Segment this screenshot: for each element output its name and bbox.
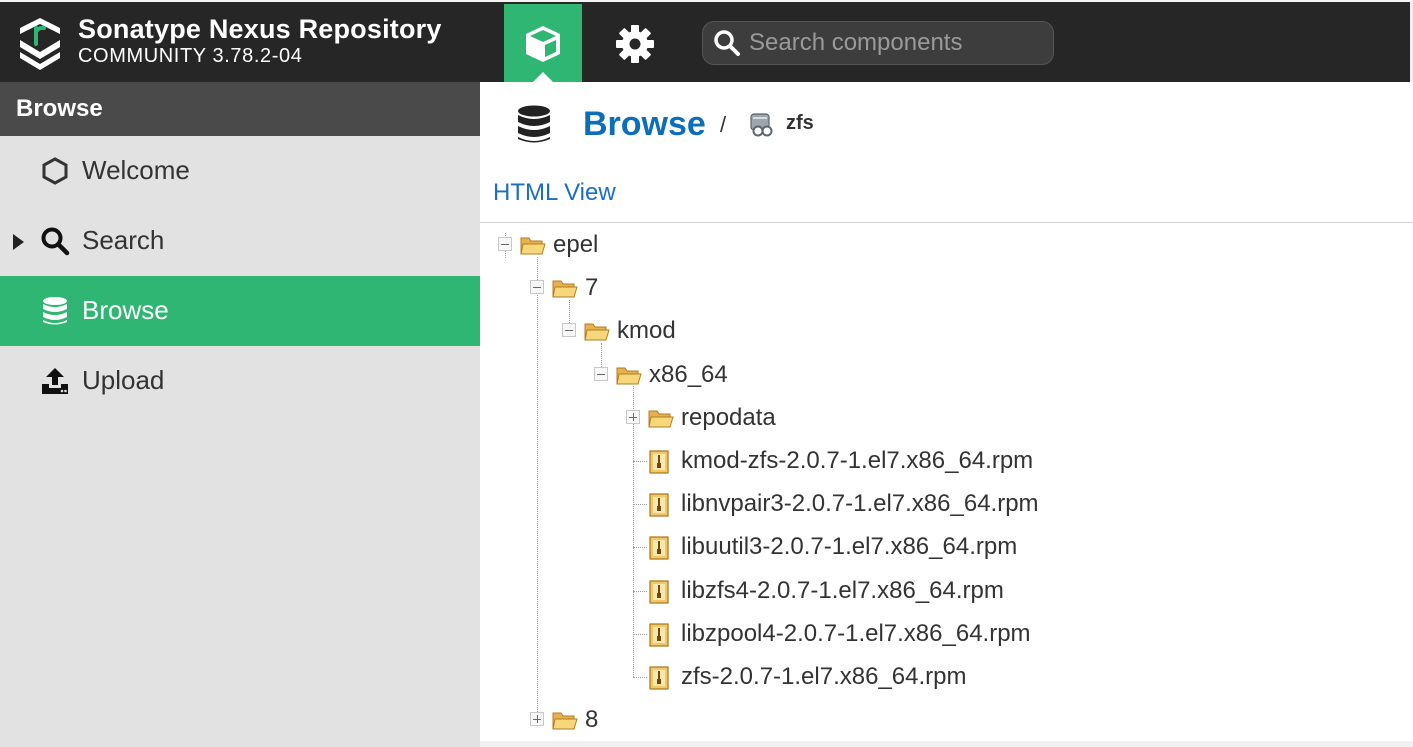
tree-folder-label[interactable]: kmod — [617, 316, 676, 346]
search-icon — [714, 30, 740, 56]
tree-file-label[interactable]: kmod-zfs-2.0.7-1.el7.x86_64.rpm — [681, 446, 1033, 476]
sidebar-title: Browse — [0, 82, 480, 136]
brand-text: Sonatype Nexus Repository COMMUNITY 3.78… — [78, 14, 442, 68]
tree-connector — [633, 504, 647, 506]
rpm-file-icon — [648, 579, 674, 604]
hexagon-icon — [40, 156, 70, 186]
sidebar-item-browse[interactable]: Browse — [0, 276, 480, 346]
sonatype-logo-icon — [20, 18, 60, 70]
breadcrumb-separator: / — [720, 112, 727, 137]
folder-icon — [584, 320, 610, 342]
rpm-file-icon — [648, 536, 674, 560]
repository-group-icon — [750, 113, 773, 137]
cube-icon — [526, 26, 560, 62]
search-components-input[interactable] — [749, 29, 1049, 57]
tree-folder-label[interactable]: repodata — [681, 403, 776, 433]
sidebar-item-label: Upload — [82, 365, 165, 395]
tree-file-label[interactable]: zfs-2.0.7-1.el7.x86_64.rpm — [681, 662, 966, 692]
sidebar: Browse Welcome Search Browse Upload — [0, 82, 480, 747]
horizontal-scrollbar[interactable] — [480, 741, 1413, 747]
upload-icon — [40, 366, 70, 396]
tree-folder-label[interactable]: 7 — [585, 273, 598, 303]
brand[interactable]: Sonatype Nexus Repository COMMUNITY 3.78… — [16, 14, 442, 70]
tree-connector — [633, 547, 647, 549]
collapse-toggle-icon[interactable] — [594, 366, 608, 381]
collapse-toggle-icon[interactable] — [562, 323, 576, 338]
rpm-file-icon — [648, 450, 674, 474]
folder-icon — [648, 407, 674, 429]
tree-connector — [633, 633, 647, 635]
search-icon — [40, 226, 70, 256]
breadcrumb-repository: zfs — [786, 112, 814, 134]
tree-connector — [633, 590, 647, 592]
sidebar-item-label: Browse — [82, 295, 169, 325]
html-view-link[interactable]: HTML View — [493, 178, 616, 208]
folder-icon — [616, 364, 642, 386]
rpm-file-icon — [648, 623, 674, 647]
repository-tree: epel 7 kmod x86_64 repodata kmod-zfs-2.0.7-1.… — [480, 223, 1413, 741]
main-panel: Browse / zfs HTML View epel 7 kmod x86_64re… — [480, 82, 1413, 747]
tree-folder-label[interactable]: 8 — [585, 705, 598, 735]
tree-file-label[interactable]: libzpool4-2.0.7-1.el7.x86_64.rpm — [681, 619, 1031, 649]
expand-toggle-icon[interactable] — [626, 409, 640, 424]
tree-connector — [633, 677, 647, 678]
folder-icon — [520, 234, 546, 256]
app-edition: COMMUNITY 3.78.2-04 — [78, 45, 303, 67]
tree-file-label[interactable]: libnvpair3-2.0.7-1.el7.x86_64.rpm — [681, 489, 1039, 519]
app-title: Sonatype Nexus Repository — [78, 14, 442, 44]
tree-connector — [633, 461, 647, 462]
database-icon — [40, 296, 70, 326]
database-icon — [518, 105, 550, 143]
top-bar: Sonatype Nexus Repository COMMUNITY 3.78… — [0, 0, 1413, 84]
rpm-file-icon — [648, 493, 674, 517]
tree-file-label[interactable]: libzfs4-2.0.7-1.el7.x86_64.rpm — [681, 576, 1004, 606]
gear-icon — [616, 25, 654, 63]
sidebar-item-label: Search — [82, 225, 165, 255]
folder-icon — [552, 277, 578, 299]
breadcrumb-browse-link[interactable]: Browse — [583, 102, 706, 146]
sidebar-item-label: Welcome — [82, 155, 190, 185]
sidebar-item-search[interactable]: Search — [0, 206, 480, 276]
search-components-box[interactable] — [702, 21, 1054, 65]
sidebar-item-welcome[interactable]: Welcome — [0, 136, 480, 206]
breadcrumb: Browse / zfs — [480, 82, 1413, 168]
collapse-toggle-icon[interactable] — [530, 280, 544, 295]
expand-toggle-icon[interactable] — [530, 712, 544, 727]
sidebar-item-upload[interactable]: Upload — [0, 346, 480, 416]
folder-icon — [552, 709, 578, 731]
expand-caret-icon[interactable] — [13, 234, 24, 250]
tree-folder-label[interactable]: epel — [553, 230, 598, 260]
tree-folder-label[interactable]: x86_64 — [649, 360, 728, 390]
administration-button[interactable] — [596, 4, 674, 84]
rpm-file-icon — [648, 666, 674, 690]
tree-connector — [537, 256, 538, 721]
tree-file-label[interactable]: libuutil3-2.0.7-1.el7.x86_64.rpm — [681, 532, 1017, 562]
collapse-toggle-icon[interactable] — [498, 237, 512, 251]
